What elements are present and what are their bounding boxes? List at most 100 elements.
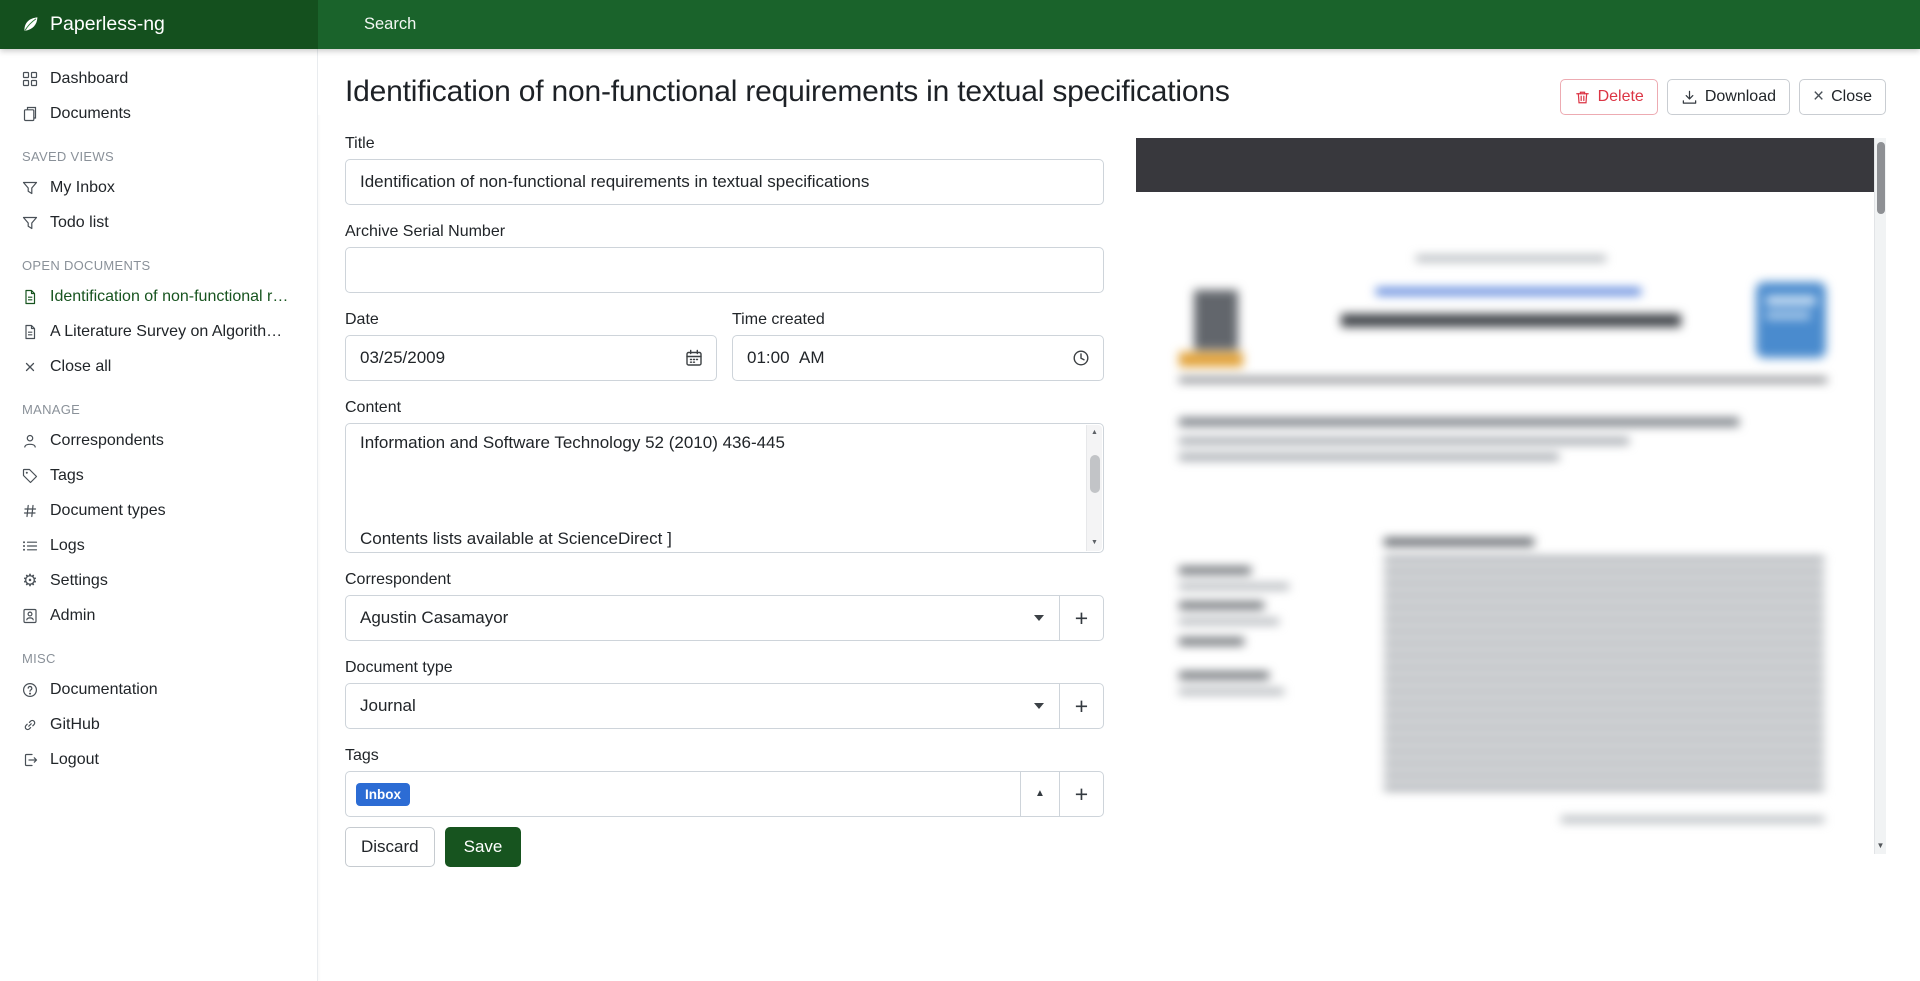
time-created-field-label: Time created xyxy=(732,311,1104,329)
preview-shape xyxy=(1179,567,1251,574)
pdf-page xyxy=(1161,192,1864,854)
file-text-icon xyxy=(22,324,38,340)
save-button[interactable]: Save xyxy=(445,827,522,867)
funnel-icon xyxy=(22,180,38,196)
clock-icon[interactable] xyxy=(1072,349,1090,367)
logout-icon xyxy=(22,752,38,768)
pdf-scrollbar[interactable]: ▼ xyxy=(1874,138,1886,854)
close-icon: × xyxy=(1813,89,1824,105)
dashboard-grid-icon xyxy=(22,71,38,87)
sidebar-item-todo-list[interactable]: Todo list xyxy=(0,205,317,240)
document-type-select[interactable]: Journal xyxy=(345,683,1060,729)
sidebar-item-label: Logs xyxy=(50,537,85,555)
sidebar-item-label: A Literature Survey on Algorithms for Mu… xyxy=(50,323,295,341)
sidebar-open-document-1[interactable]: Identification of non-functional require… xyxy=(0,279,317,314)
sidebar-item-correspondents[interactable]: Correspondents xyxy=(0,423,317,458)
time-created-input[interactable]: 01:00 AM xyxy=(732,335,1104,381)
sidebar-item-logout[interactable]: Logout xyxy=(0,742,317,777)
question-circle-icon xyxy=(22,682,38,698)
date-value: 03/25/2009 xyxy=(360,348,445,368)
plus-icon: + xyxy=(1075,693,1088,720)
delete-button[interactable]: Delete xyxy=(1560,79,1658,115)
form-buttons: Discard Save xyxy=(345,827,1104,867)
preview-shape xyxy=(1766,296,1816,305)
sidebar-item-label: GitHub xyxy=(50,716,100,734)
content-textarea[interactable]: Information and Software Technology 52 (… xyxy=(345,423,1104,553)
paperless-leaf-logo-icon xyxy=(20,14,41,35)
preview-shape xyxy=(1766,312,1810,319)
date-input[interactable]: 03/25/2009 xyxy=(345,335,717,381)
scroll-up-arrow-icon[interactable]: ▲ xyxy=(1087,426,1102,440)
preview-shape xyxy=(1756,282,1826,358)
close-button[interactable]: × Close xyxy=(1799,79,1886,115)
sidebar-section-open-documents: OPEN DOCUMENTS xyxy=(0,240,317,279)
preview-shape xyxy=(1179,602,1264,609)
discard-button[interactable]: Discard xyxy=(345,827,435,867)
pdf-scrollbar-thumb[interactable] xyxy=(1877,142,1885,214)
preview-shape xyxy=(1179,619,1279,624)
search-input[interactable] xyxy=(362,14,962,35)
download-button[interactable]: Download xyxy=(1667,79,1790,115)
correspondent-select[interactable]: Agustin Casamayor xyxy=(345,595,1060,641)
file-text-icon xyxy=(22,289,38,305)
preview-shape xyxy=(1179,378,1827,382)
sidebar-item-label: Dashboard xyxy=(50,70,128,88)
tags-dropdown-toggle[interactable]: ▲ xyxy=(1020,771,1060,817)
time-meridiem: AM xyxy=(799,348,825,367)
preview-shape xyxy=(1376,288,1641,295)
pdf-viewer-body[interactable] xyxy=(1136,192,1874,854)
sidebar-item-documentation[interactable]: Documentation xyxy=(0,672,317,707)
sidebar-item-close-all[interactable]: Close all xyxy=(0,349,317,384)
chevron-down-icon xyxy=(1034,615,1044,621)
pdf-viewer-toolbar xyxy=(1136,138,1874,192)
scroll-down-arrow-icon[interactable]: ▼ xyxy=(1087,536,1102,550)
add-correspondent-button[interactable]: + xyxy=(1059,595,1104,641)
preview-shape xyxy=(1179,689,1284,694)
link-icon xyxy=(22,717,38,733)
sidebar-item-label: My Inbox xyxy=(50,179,115,197)
sidebar-item-label: Documents xyxy=(50,105,131,123)
time-value: 01:00 AM xyxy=(747,348,825,368)
add-tag-button[interactable]: + xyxy=(1059,771,1104,817)
tag-badge-inbox[interactable]: Inbox xyxy=(356,783,410,806)
correspondent-field-label: Correspondent xyxy=(345,571,1104,589)
sidebar-section-saved-views: SAVED VIEWS xyxy=(0,131,317,170)
preview-shape xyxy=(1179,352,1243,367)
sidebar-section-misc: MISC xyxy=(0,633,317,672)
preview-shape xyxy=(1179,438,1629,444)
sidebar-item-github[interactable]: GitHub xyxy=(0,707,317,742)
sidebar-section-manage: MANAGE xyxy=(0,384,317,423)
sidebar-item-label: Logout xyxy=(50,751,99,769)
scroll-down-arrow-icon[interactable]: ▼ xyxy=(1875,838,1886,854)
calendar-icon[interactable] xyxy=(685,349,703,367)
download-label: Download xyxy=(1705,86,1776,108)
list-icon xyxy=(22,538,38,554)
tags-input[interactable]: Inbox xyxy=(345,771,1021,817)
sidebar-item-label: Tags xyxy=(50,467,84,485)
preview-shape xyxy=(1179,638,1244,645)
sidebar-item-tags[interactable]: Tags xyxy=(0,458,317,493)
sidebar-item-document-types[interactable]: Document types xyxy=(0,493,317,528)
title-input[interactable] xyxy=(345,159,1104,205)
sidebar-item-documents[interactable]: Documents xyxy=(0,96,317,131)
archive-serial-number-input[interactable] xyxy=(345,247,1104,293)
close-x-icon xyxy=(22,359,38,375)
date-field-label: Date xyxy=(345,311,717,329)
sidebar-item-my-inbox[interactable]: My Inbox xyxy=(0,170,317,205)
close-label: Close xyxy=(1831,86,1872,108)
title-field-label: Title xyxy=(345,135,1104,153)
top-navbar: Paperless-ng xyxy=(0,0,1920,49)
document-type-field-label: Document type xyxy=(345,659,1104,677)
page-title: Identification of non-functional require… xyxy=(345,75,1230,109)
sidebar-item-settings[interactable]: ⚙ Settings xyxy=(0,563,317,598)
add-document-type-button[interactable]: + xyxy=(1059,683,1104,729)
sidebar-item-dashboard[interactable]: Dashboard xyxy=(0,61,317,96)
sidebar-item-admin[interactable]: Admin xyxy=(0,598,317,633)
blurred-page-content xyxy=(1161,192,1864,854)
sidebar-open-document-2[interactable]: A Literature Survey on Algorithms for Mu… xyxy=(0,314,317,349)
sidebar-item-logs[interactable]: Logs xyxy=(0,528,317,563)
content-scrollbar[interactable]: ▲ ▼ xyxy=(1086,425,1102,551)
content-field-label: Content xyxy=(345,399,1104,417)
content-scrollbar-thumb[interactable] xyxy=(1090,455,1100,493)
brand[interactable]: Paperless-ng xyxy=(0,0,318,49)
